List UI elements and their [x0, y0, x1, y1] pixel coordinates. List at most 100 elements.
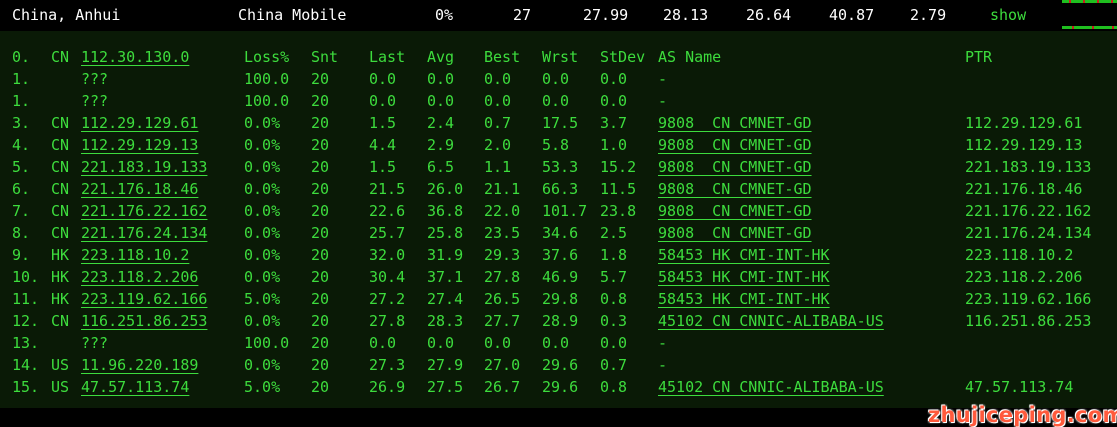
cell-host[interactable]: 47.57.113.74: [81, 378, 189, 396]
cell-idx: 4.: [12, 136, 31, 154]
cell-snt: 20: [311, 268, 330, 286]
cell-stdev: 0.0: [600, 92, 628, 110]
cell-loss: 0.0%: [244, 246, 281, 264]
cell-stdev: 1.0: [600, 136, 628, 154]
show-link[interactable]: show: [990, 6, 1026, 24]
cell-loss: 0.0%: [244, 312, 281, 330]
cell-snt: 20: [311, 378, 330, 396]
cell-snt: 20: [311, 70, 330, 88]
cell-host[interactable]: 112.29.129.61: [81, 114, 198, 132]
cell-as[interactable]: 9808 CN CMNET-GD: [658, 224, 812, 242]
cell-snt: 20: [311, 180, 330, 198]
cell-as[interactable]: 58453 HK CMI-INT-HK: [658, 246, 830, 264]
cell-cc: CN: [51, 114, 70, 132]
cell-stdev: 0.0: [600, 334, 628, 352]
cell-avg: 31.9: [427, 246, 464, 264]
header-host[interactable]: 112.30.130.0: [81, 48, 189, 66]
cell-loss: 100.0: [244, 92, 290, 110]
cell-as[interactable]: 9808 CN CMNET-GD: [658, 158, 812, 176]
summary-best: 26.64: [746, 6, 792, 24]
cell-host[interactable]: 116.251.86.253: [81, 312, 207, 330]
cell-cc: CN: [51, 202, 70, 220]
cell-snt: 20: [311, 224, 330, 242]
cell-as[interactable]: 58453 HK CMI-INT-HK: [658, 290, 830, 308]
cell-last: 32.0: [369, 246, 406, 264]
cell-snt: 20: [311, 290, 330, 308]
cell-cc: CN: [51, 224, 70, 242]
cell-wrst: 28.9: [542, 312, 579, 330]
cell-host[interactable]: 223.118.10.2: [81, 246, 189, 264]
cell-best: 0.0: [484, 334, 512, 352]
cell-wrst: 29.8: [542, 290, 579, 308]
cell-as[interactable]: 9808 CN CMNET-GD: [658, 114, 812, 132]
header-idx: 0.: [12, 48, 31, 66]
cell-snt: 20: [311, 114, 330, 132]
cell-best: 2.0: [484, 136, 512, 154]
cell-idx: 12.: [12, 312, 40, 330]
cell-ptr: 223.119.62.166: [965, 290, 1092, 308]
table-row: 5. CN 221.183.19.133 0.0% 20 1.5 6.5 1.1 53.3 15.…: [0, 158, 1117, 180]
cell-ptr: 223.118.10.2: [965, 246, 1074, 264]
cell-as[interactable]: 9808 CN CMNET-GD: [658, 136, 812, 154]
cell-loss: 0.0%: [244, 268, 281, 286]
cell-avg: 36.8: [427, 202, 464, 220]
header-wrst: Wrst: [542, 48, 579, 66]
cell-avg: 0.0: [427, 334, 455, 352]
cell-last: 0.0: [369, 70, 397, 88]
cell-host[interactable]: 112.29.129.13: [81, 136, 198, 154]
cell-loss: 5.0%: [244, 290, 281, 308]
cell-ptr: 112.29.129.61: [965, 114, 1083, 132]
cell-stdev: 0.0: [600, 70, 628, 88]
cell-last: 1.5: [369, 114, 397, 132]
cell-idx: 6.: [12, 180, 31, 198]
cell-host[interactable]: 223.119.62.166: [81, 290, 207, 308]
cell-ptr: 47.57.113.74: [965, 378, 1074, 396]
cell-host[interactable]: 221.183.19.133: [81, 158, 207, 176]
cell-last: 0.0: [369, 92, 397, 110]
cell-last: 27.2: [369, 290, 406, 308]
table-row: 9. HK 223.118.10.2 0.0% 20 32.0 31.9 29.3 37.6 1.…: [0, 246, 1117, 268]
table-header-row: 0. CN 112.30.130.0 Loss% Snt Last Avg Be…: [0, 48, 1117, 70]
cell-host[interactable]: 11.96.220.189: [81, 356, 198, 374]
cell-as[interactable]: 9808 CN CMNET-GD: [658, 180, 812, 198]
cell-stdev: 23.8: [600, 202, 637, 220]
cell-cc: US: [51, 356, 70, 374]
header-cc: CN: [51, 48, 70, 66]
cell-best: 21.1: [484, 180, 521, 198]
table-row: 6. CN 221.176.18.46 0.0% 20 21.5 26.0 21.1 66.3 1…: [0, 180, 1117, 202]
cell-host[interactable]: 221.176.24.134: [81, 224, 207, 242]
cell-last: 27.3: [369, 356, 406, 374]
cell-as[interactable]: 45102 CN CNNIC-ALIBABA-US: [658, 378, 884, 396]
cell-host[interactable]: 223.118.2.206: [81, 268, 198, 286]
cell-ptr: 116.251.86.253: [965, 312, 1092, 330]
cell-snt: 20: [311, 334, 330, 352]
cell-wrst: 29.6: [542, 378, 579, 396]
summary-stdev: 2.79: [910, 6, 947, 24]
cell-snt: 20: [311, 312, 330, 330]
cell-as[interactable]: 9808 CN CMNET-GD: [658, 202, 812, 220]
table-row: 14. US 11.96.220.189 0.0% 20 27.3 27.9 27.0 29.6…: [0, 356, 1117, 378]
cell-loss: 100.0: [244, 334, 290, 352]
cell-as[interactable]: 45102 CN CNNIC-ALIBABA-US: [658, 312, 884, 330]
table-row: 3. CN 112.29.129.61 0.0% 20 1.5 2.4 0.7 17.5 3.7 9…: [0, 114, 1117, 136]
table-row: 15. US 47.57.113.74 5.0% 20 26.9 27.5 26.7 29.6 0…: [0, 378, 1117, 400]
cell-last: 30.4: [369, 268, 406, 286]
cell-as: -: [658, 334, 668, 352]
cell-idx: 13.: [12, 334, 40, 352]
cell-avg: 6.5: [427, 158, 455, 176]
header-as: AS Name: [658, 48, 722, 66]
cell-host[interactable]: ???: [81, 334, 108, 352]
cell-snt: 20: [311, 246, 330, 264]
cell-host[interactable]: ???: [81, 70, 108, 88]
cell-host[interactable]: ???: [81, 92, 108, 110]
cell-avg: 27.9: [427, 356, 464, 374]
cell-idx: 7.: [12, 202, 31, 220]
cell-cc: CN: [51, 158, 70, 176]
cell-host[interactable]: 221.176.22.162: [81, 202, 207, 220]
header-last: Last: [369, 48, 406, 66]
cell-stdev: 0.8: [600, 290, 628, 308]
cell-as[interactable]: 58453 HK CMI-INT-HK: [658, 268, 830, 286]
cell-ptr: 221.176.24.134: [965, 224, 1092, 242]
header-best: Best: [484, 48, 521, 66]
cell-host[interactable]: 221.176.18.46: [81, 180, 198, 198]
